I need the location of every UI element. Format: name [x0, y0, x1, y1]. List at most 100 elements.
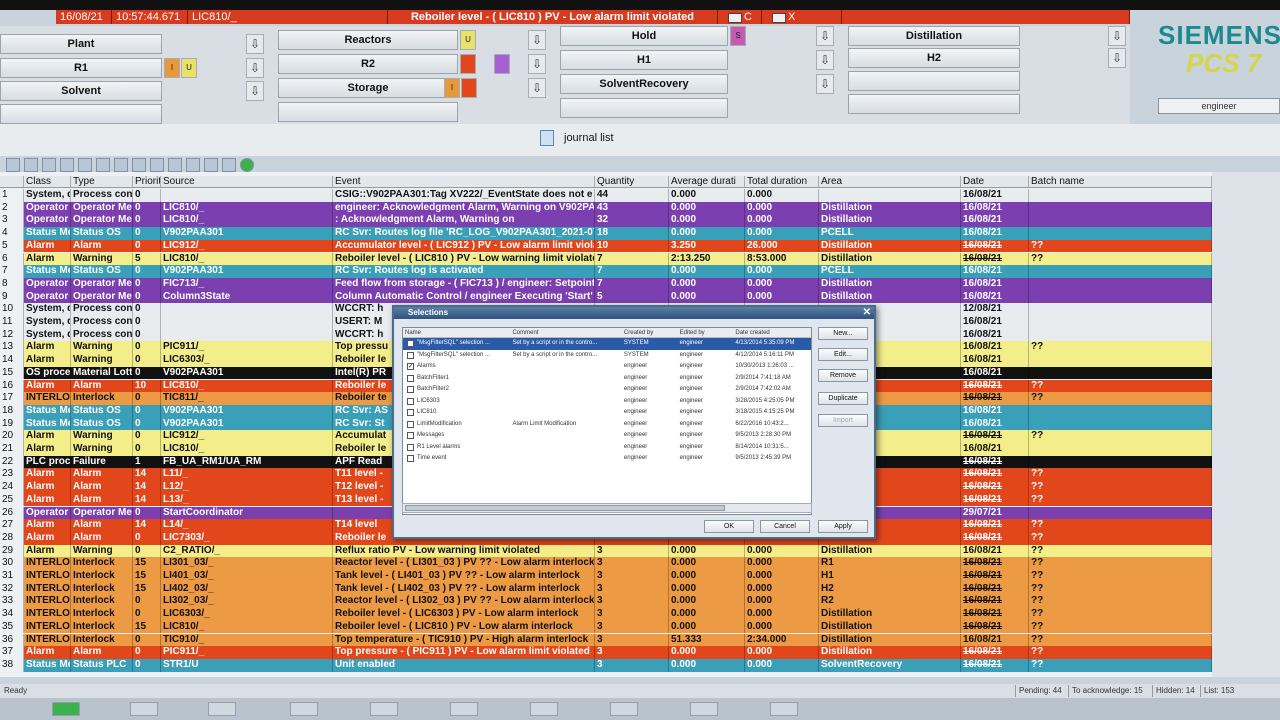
storage-slot-i[interactable]: I: [444, 78, 460, 98]
solvent-down-arrow-icon[interactable]: ⇩: [246, 81, 264, 101]
table-row[interactable]: 34 INTERLO Interlock 0 LIC6303/_ Reboiler lev…: [0, 608, 1212, 621]
selection-checkbox[interactable]: [407, 340, 414, 347]
selection-item[interactable]: LIC6303 engineer engineer 3/28/2015 4:25:05…: [403, 396, 811, 408]
toolbar-filter-icon[interactable]: [42, 158, 56, 172]
cancel-button[interactable]: Cancel: [760, 520, 810, 533]
list-column-header[interactable]: Comment: [510, 328, 621, 337]
table-row[interactable]: 7 Status Me Status OS 0 V902PAA301 RC Svr: Ro…: [0, 265, 1212, 278]
table-row[interactable]: 9 Operator Operator Me 0 Column3State Column …: [0, 290, 1212, 304]
area-button-h1[interactable]: H1: [560, 50, 728, 70]
storage-slot-alarm[interactable]: [461, 78, 477, 98]
toolbar-last-icon[interactable]: [204, 158, 218, 172]
duplicate-button[interactable]: Duplicate: [818, 392, 868, 405]
selections-dialog[interactable]: Selections ✕ Name Comment Created by Edited…: [392, 305, 876, 539]
table-row[interactable]: 29 Alarm Warning 0 C2_RATIO/_ Reflux ratio PV…: [0, 544, 1212, 558]
apply-button[interactable]: Apply: [818, 520, 868, 533]
r2-slot-operator[interactable]: [494, 54, 510, 74]
toolbar-selection-icon[interactable]: [24, 158, 38, 172]
area-button-empty[interactable]: [848, 71, 1020, 91]
h2-down-arrow-icon[interactable]: ⇩: [1108, 48, 1126, 68]
area-button-hold[interactable]: Hold: [560, 26, 728, 46]
bottom-key-2[interactable]: [208, 702, 236, 716]
area-button-solventrecovery[interactable]: SolventRecovery: [560, 74, 728, 94]
selection-item[interactable]: LIC810 engineer engineer 3/18/2015 4:15:25 …: [403, 407, 811, 419]
area-button-blank-1[interactable]: [0, 104, 162, 124]
toolbar-lock-icon[interactable]: [168, 158, 182, 172]
bottom-key-7[interactable]: [610, 702, 638, 716]
table-row[interactable]: 1 System, d Process cont 0 CSIG::V902PAA301:…: [0, 189, 1212, 202]
column-header[interactable]: Date: [961, 176, 1029, 187]
column-header[interactable]: Quantity: [595, 176, 669, 187]
ok-button[interactable]: OK: [704, 520, 754, 533]
r2-slot-alarm[interactable]: [460, 54, 476, 74]
toolbar-list-icon[interactable]: [6, 158, 20, 172]
table-row[interactable]: 37 Alarm Alarm 0 PIC911/_ Top pressure - ( PI…: [0, 646, 1212, 659]
selection-item[interactable]: R1 Level alarms engineer engineer 8/14/2014…: [403, 442, 811, 454]
table-row[interactable]: 6 Alarm Warning 5 LIC810/_ Reboiler level - (…: [0, 252, 1212, 266]
selection-item[interactable]: "MsgFilterSQL" selection ... Set by a scr…: [403, 350, 811, 362]
selection-checkbox[interactable]: [407, 397, 414, 405]
alarm-x-field[interactable]: X: [762, 10, 842, 24]
area-button-storage[interactable]: Storage: [278, 78, 458, 98]
solventrecovery-down-arrow-icon[interactable]: ⇩: [816, 74, 834, 94]
table-row[interactable]: 32 INTERLO Interlock 15 LI402_03/_ Tank level…: [0, 582, 1212, 596]
r1-down-arrow-icon[interactable]: ⇩: [246, 58, 264, 78]
remove-button[interactable]: Remove: [818, 369, 868, 382]
hold-slot-s[interactable]: S: [730, 26, 746, 46]
area-button-r1[interactable]: R1: [0, 58, 162, 78]
table-row[interactable]: 3 Operator Operator Me 0 LIC810/_: Acknowled…: [0, 214, 1212, 228]
toolbar-hide-icon[interactable]: [132, 158, 146, 172]
list-column-header[interactable]: Edited by: [678, 328, 734, 337]
area-button-plant[interactable]: Plant: [0, 34, 162, 54]
selection-checkbox[interactable]: [407, 420, 414, 428]
hold-down-arrow-icon[interactable]: ⇩: [816, 26, 834, 46]
x-checkbox[interactable]: [772, 13, 786, 23]
area-button-solvent[interactable]: Solvent: [0, 81, 162, 101]
toolbar-edit-icon[interactable]: [222, 158, 236, 172]
toolbar-export-icon[interactable]: [96, 158, 110, 172]
table-row[interactable]: 33 INTERLO Interlock 0 LI302_03/_ Reactor lev…: [0, 595, 1212, 609]
selection-item[interactable]: Time event engineer engineer 9/5/2013 2:45:…: [403, 453, 811, 465]
selection-checkbox[interactable]: [407, 409, 414, 416]
plant-down-arrow-icon[interactable]: ⇩: [246, 34, 264, 54]
table-row[interactable]: 36 INTERLO Interlock 0 TIC910/_ Top temperatu…: [0, 633, 1212, 647]
selection-checkbox[interactable]: [407, 432, 414, 439]
table-row[interactable]: 2 Operator Operator Me 0 LIC810/_ engineer: A…: [0, 201, 1212, 215]
toolbar-print-icon[interactable]: [78, 158, 92, 172]
toolbar-first-icon[interactable]: [186, 158, 200, 172]
column-header[interactable]: Source: [161, 176, 333, 187]
column-header[interactable]: Priorit: [133, 176, 161, 187]
column-header[interactable]: Total duration: [745, 176, 819, 187]
dialog-title-bar[interactable]: Selections ✕: [394, 307, 874, 319]
toolbar-ack-icon[interactable]: [114, 158, 128, 172]
area-button-r2[interactable]: R2: [278, 54, 458, 74]
horizontal-scrollbar[interactable]: [402, 503, 812, 513]
selection-checkbox[interactable]: [407, 386, 414, 393]
selection-item[interactable]: BatchFilter1 engineer engineer 2/9/2014 7:4…: [403, 373, 811, 385]
column-header[interactable]: Batch name: [1029, 176, 1212, 187]
bottom-key-8[interactable]: [690, 702, 718, 716]
area-button-h2[interactable]: H2: [848, 48, 1020, 68]
new-button[interactable]: New...: [818, 327, 868, 340]
r1-slot-i[interactable]: I: [164, 58, 180, 78]
table-row[interactable]: 4 Status Me Status OS 0 V902PAA301 RC Svr: Ro…: [0, 227, 1212, 240]
r2-down-arrow-icon[interactable]: ⇩: [528, 54, 546, 74]
table-row[interactable]: 35 INTERLO Interlock 15 LIC810/_ Reboiler lev…: [0, 620, 1212, 634]
bottom-key-5[interactable]: [450, 702, 478, 716]
import-button[interactable]: Import: [818, 414, 868, 427]
selection-checkbox[interactable]: [407, 443, 414, 451]
selection-item[interactable]: LimitModification Alarm Limit Modificatio…: [403, 419, 811, 431]
table-row[interactable]: 31 INTERLO Interlock 15 LI401_03/_ Tank level…: [0, 570, 1212, 583]
column-header[interactable]: Event: [333, 176, 595, 187]
bottom-key-9[interactable]: [770, 702, 798, 716]
area-button-blank-2[interactable]: [278, 102, 458, 122]
column-header[interactable]: Average durati: [669, 176, 745, 187]
bottom-key-3[interactable]: [290, 702, 318, 716]
bottom-key-4[interactable]: [370, 702, 398, 716]
close-icon[interactable]: ✕: [863, 307, 871, 319]
area-button-distillation[interactable]: Distillation: [848, 26, 1020, 46]
selection-item[interactable]: BatchFilter2 engineer engineer 2/9/2014 7:4…: [403, 384, 811, 396]
column-header[interactable]: Type: [71, 176, 133, 187]
reactors-down-arrow-icon[interactable]: ⇩: [528, 30, 546, 50]
table-row[interactable]: 30 INTERLO Interlock 15 LI301_03/_ Reactor le…: [0, 557, 1212, 570]
